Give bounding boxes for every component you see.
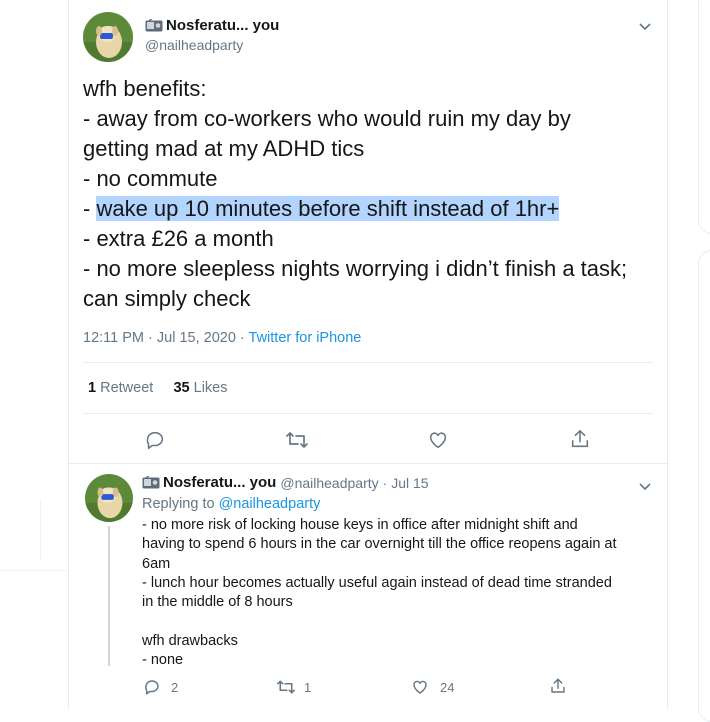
tweet-line-highlighted: - wake up 10 minutes before shift instea…	[83, 194, 658, 224]
radio-emoji-icon	[142, 475, 160, 489]
reply-author-row: Nosferatu... you @nailheadparty · Jul 15	[142, 474, 429, 491]
reply-line: wfh drawbacks	[142, 632, 238, 649]
reply-line: - lunch hour becomes actually useful aga…	[142, 574, 612, 591]
thread-line	[108, 526, 110, 666]
tweet-line-prefix: -	[83, 196, 97, 221]
reply-icon[interactable]	[143, 678, 161, 696]
sidebar-card	[698, 0, 710, 234]
tweet-line: getting mad at my ADHD tics	[83, 136, 365, 161]
reply-text: - no more risk of locking house keys in …	[142, 516, 660, 670]
like-icon[interactable]	[427, 429, 449, 451]
tweet-source-link[interactable]: Twitter for iPhone	[249, 330, 362, 346]
author-handle-row: @nailheadparty	[145, 37, 243, 53]
divider	[83, 362, 653, 363]
avatar[interactable]	[83, 12, 133, 62]
tweet-line: - no more sleepless nights worrying i di…	[83, 256, 628, 281]
tweet-stats: 1 Retweet 35 Likes	[88, 380, 228, 396]
reply-icon[interactable]	[144, 429, 166, 451]
radio-emoji-icon	[145, 18, 163, 32]
divider	[83, 413, 653, 414]
reply-line	[142, 612, 660, 631]
reply-line: - no more risk of locking house keys in …	[142, 517, 578, 533]
share-icon[interactable]	[569, 428, 591, 450]
reply-count: 2	[171, 680, 179, 695]
reply-date[interactable]: · Jul 15	[383, 475, 429, 491]
tweet-timestamp[interactable]: 12:11 PM · Jul 15, 2020 ·	[83, 330, 249, 346]
retweet-stat[interactable]: 1 Retweet	[88, 380, 153, 396]
divider	[0, 570, 68, 571]
tweet-line: - away from co-workers who would ruin my…	[83, 106, 571, 131]
chevron-down-icon[interactable]	[638, 479, 652, 491]
author-display-name[interactable]: Nosferatu... you	[166, 17, 279, 34]
reply-line: having to spend 6 hours in the car overn…	[142, 536, 617, 553]
replying-handle-link[interactable]: @nailheadparty	[219, 496, 321, 512]
reply-author-handle[interactable]: @nailheadparty	[280, 475, 378, 491]
sidebar-card	[698, 250, 710, 722]
replying-to: Replying to @nailheadparty	[142, 496, 320, 512]
author-handle[interactable]: @nailheadparty	[145, 37, 243, 53]
timeline-right-border	[667, 0, 668, 709]
tweet-line: can simply check	[83, 286, 251, 311]
chevron-down-icon[interactable]	[638, 19, 652, 31]
tweet-meta: 12:11 PM · Jul 15, 2020 · Twitter for iP…	[83, 330, 361, 346]
like-icon[interactable]	[411, 678, 429, 696]
selected-text[interactable]: wake up 10 minutes before shift instead …	[96, 196, 560, 221]
tweet-text: wfh benefits: - away from co-workers who…	[83, 74, 658, 314]
retweet-count: 1	[304, 680, 312, 695]
reply-line: - none	[142, 652, 184, 669]
retweet-icon[interactable]	[285, 429, 309, 451]
like-count: 24	[440, 680, 455, 695]
avatar[interactable]	[85, 474, 133, 522]
reply-line: in the middle of 8 hours	[142, 594, 293, 611]
divider	[40, 500, 55, 560]
divider	[68, 463, 668, 464]
tweet-line: - extra £26 a month	[83, 226, 274, 251]
retweet-icon[interactable]	[276, 678, 296, 696]
tweet-line: wfh benefits:	[83, 76, 207, 101]
reply-author-name[interactable]: Nosferatu... you	[163, 474, 276, 491]
share-icon[interactable]	[549, 677, 567, 695]
author-name-row: Nosferatu... you	[145, 17, 279, 34]
timeline-left-border	[68, 0, 69, 709]
replying-prefix: Replying to	[142, 496, 219, 512]
tweet-line: - no commute	[83, 166, 218, 191]
like-stat[interactable]: 35 Likes	[173, 380, 227, 396]
reply-line: 6am	[142, 555, 171, 572]
